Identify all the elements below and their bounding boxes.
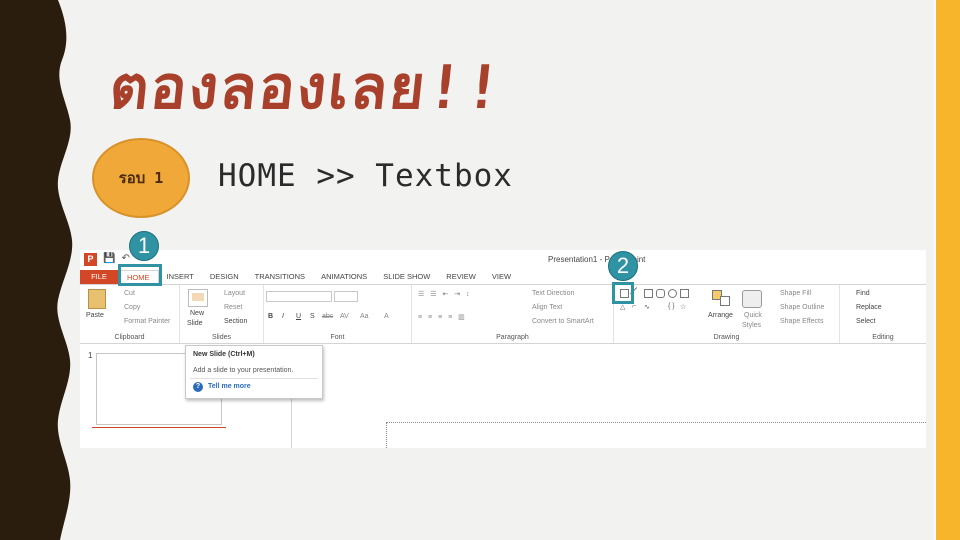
tab-file[interactable]: FILE bbox=[80, 270, 118, 284]
powerpoint-logo-icon: P bbox=[84, 253, 97, 266]
callout-2: 2 bbox=[608, 251, 638, 281]
find-button[interactable]: Find bbox=[856, 290, 870, 297]
rectangle-shape-icon[interactable] bbox=[644, 289, 653, 298]
drawing-group-label: Drawing bbox=[713, 334, 740, 341]
clipboard-group: Paste Cut Copy Format Painter Clipboard bbox=[80, 285, 180, 343]
ppt-title-bar: P 💾 ↶ ↷ Presentation1 - PowerPoint bbox=[80, 250, 926, 270]
slides-group-label: Slides bbox=[211, 334, 232, 341]
font-name-input[interactable] bbox=[266, 291, 332, 302]
italic-button[interactable]: I bbox=[282, 313, 284, 320]
copy-button[interactable]: Copy bbox=[124, 304, 140, 311]
editing-group: Find Replace Select Editing bbox=[840, 285, 926, 343]
section-button[interactable]: Section bbox=[224, 318, 247, 325]
arrange-button[interactable]: Arrange bbox=[708, 312, 733, 319]
tab-slide-show[interactable]: SLIDE SHOW bbox=[375, 270, 438, 284]
reset-button[interactable]: Reset bbox=[224, 304, 242, 311]
cut-button[interactable]: Cut bbox=[124, 290, 135, 297]
tab-transitions[interactable]: TRANSITIONS bbox=[247, 270, 313, 284]
shape-fill-button[interactable]: Shape Fill bbox=[780, 290, 811, 297]
paragraph-group: ☰ ☰ ⇤ ⇥ ↕ ≡ ≡ ≡ ≡ ▥ Text Direction Align… bbox=[412, 285, 614, 343]
instruction-text: HOME >> Textbox bbox=[218, 158, 513, 194]
rounded-rect-shape-icon[interactable] bbox=[656, 289, 665, 298]
shape-outline-button[interactable]: Shape Outline bbox=[780, 304, 824, 311]
font-size-input[interactable] bbox=[334, 291, 358, 302]
select-button[interactable]: Select bbox=[856, 318, 875, 325]
slide-title: ตองลองเลย!! bbox=[106, 53, 507, 123]
textbox-highlight bbox=[612, 282, 634, 304]
format-painter-button[interactable]: Format Painter bbox=[124, 318, 170, 325]
paste-button[interactable]: Paste bbox=[86, 312, 104, 319]
paragraph-group-label: Paragraph bbox=[496, 334, 529, 341]
tell-me-more-link[interactable]: Tell me more bbox=[208, 383, 251, 390]
shape-effects-button[interactable]: Shape Effects bbox=[780, 318, 823, 325]
tab-view[interactable]: VIEW bbox=[484, 270, 519, 284]
save-icon[interactable]: 💾 bbox=[103, 253, 115, 266]
thumbnail-number: 1 bbox=[88, 351, 93, 360]
ribbon-tabs: FILE HOME INSERT DESIGN TRANSITIONS ANIM… bbox=[80, 270, 926, 284]
change-case-button[interactable]: Aa bbox=[360, 313, 369, 320]
home-ribbon: Paste Cut Copy Format Painter Clipboard … bbox=[80, 284, 926, 344]
arrange-icon[interactable] bbox=[712, 290, 732, 308]
tab-animations[interactable]: ANIMATIONS bbox=[313, 270, 375, 284]
font-color-button[interactable]: A bbox=[384, 313, 389, 320]
new-slide-dropdown[interactable]: Slide bbox=[187, 320, 203, 327]
tooltip-description: Add a slide to your presentation. bbox=[193, 367, 294, 374]
new-slide-button[interactable]: New bbox=[190, 310, 204, 317]
text-direction-button[interactable]: Text Direction bbox=[532, 290, 574, 297]
replace-button[interactable]: Replace bbox=[856, 304, 882, 311]
quick-styles-button[interactable]: Quick bbox=[744, 312, 762, 319]
curve-shape-icon[interactable]: ∿ bbox=[644, 303, 653, 312]
round-badge: รอบ 1 bbox=[92, 138, 190, 218]
editing-group-label: Editing bbox=[872, 334, 894, 341]
quick-styles-icon[interactable] bbox=[742, 290, 762, 308]
star-shape-icon[interactable]: ☆ bbox=[680, 303, 689, 312]
new-slide-icon[interactable] bbox=[188, 289, 208, 307]
slides-group: New Slide Layout Reset Section Slides bbox=[180, 285, 264, 343]
align-text-button[interactable]: Align Text bbox=[532, 304, 562, 311]
right-accent-bar bbox=[936, 0, 960, 540]
oval-shape-icon[interactable] bbox=[668, 289, 677, 298]
slide-canvas[interactable] bbox=[386, 422, 926, 448]
home-tab-highlight bbox=[118, 264, 162, 286]
underline-button[interactable]: U bbox=[296, 313, 301, 320]
help-icon: ? bbox=[193, 382, 203, 392]
paste-icon[interactable] bbox=[88, 289, 106, 309]
tooltip-title: New Slide (Ctrl+M) bbox=[193, 351, 255, 358]
font-group-label: Font bbox=[330, 334, 345, 341]
bullets-icon[interactable]: ☰ ☰ ⇤ ⇥ ↕ bbox=[418, 290, 472, 298]
drawing-group: △ ⌐ ∿ { } ☆ Arrange Quick Styles Shape F… bbox=[614, 285, 840, 343]
triangle-shape-icon[interactable]: △ bbox=[620, 303, 629, 312]
square-shape-icon[interactable] bbox=[680, 289, 689, 298]
arrow-shape-icon[interactable]: ⌐ bbox=[632, 303, 641, 312]
bold-button[interactable]: B bbox=[268, 313, 273, 320]
layout-button[interactable]: Layout bbox=[224, 290, 245, 297]
character-spacing-button[interactable]: AV bbox=[340, 313, 349, 320]
quick-styles-label2: Styles bbox=[742, 322, 762, 329]
brace-shape-icon[interactable]: { } bbox=[668, 303, 677, 312]
tab-insert[interactable]: INSERT bbox=[159, 270, 202, 284]
new-slide-tooltip: New Slide (Ctrl+M) Add a slide to your p… bbox=[185, 345, 323, 399]
strikethrough-button[interactable]: abc bbox=[322, 313, 333, 320]
thumbnail-insertion-line bbox=[92, 427, 226, 428]
powerpoint-screenshot: P 💾 ↶ ↷ Presentation1 - PowerPoint FILE … bbox=[80, 250, 926, 448]
convert-smartart-button[interactable]: Convert to SmartArt bbox=[532, 318, 594, 325]
font-group: B I U S abc AV Aa A Font bbox=[264, 285, 412, 343]
tab-design[interactable]: DESIGN bbox=[202, 270, 247, 284]
align-icons[interactable]: ≡ ≡ ≡ ≡ ▥ bbox=[418, 313, 467, 321]
clipboard-group-label: Clipboard bbox=[114, 334, 145, 341]
tab-review[interactable]: REVIEW bbox=[438, 270, 484, 284]
callout-1: 1 bbox=[129, 231, 159, 261]
left-decorative-border bbox=[0, 0, 73, 540]
shadow-button[interactable]: S bbox=[310, 313, 315, 320]
tooltip-divider bbox=[190, 378, 318, 379]
